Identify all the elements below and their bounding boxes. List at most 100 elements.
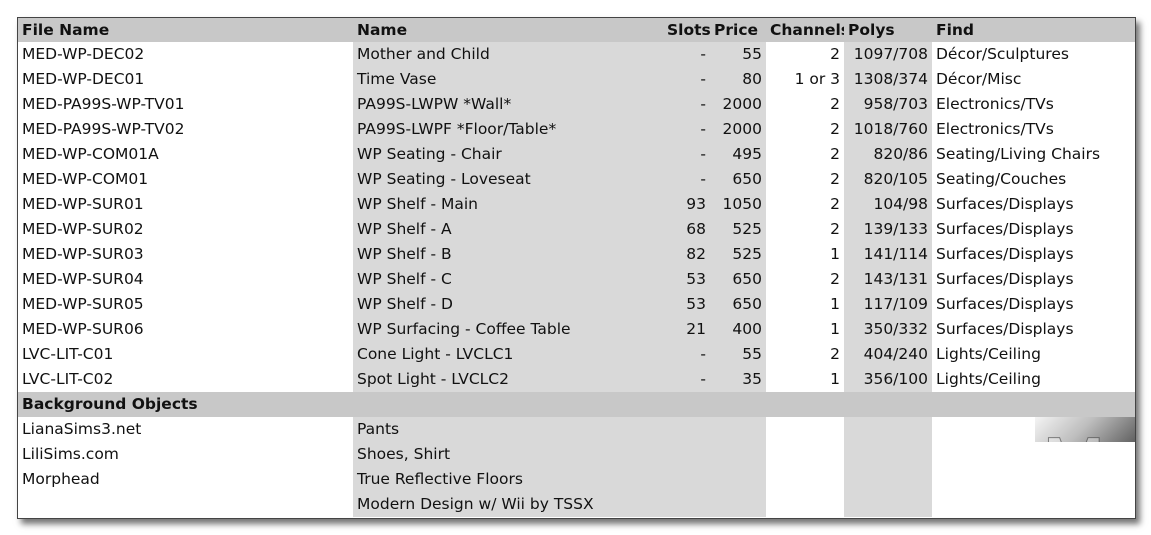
- cell-find: Lights/Ceiling: [936, 370, 1041, 388]
- cell-slots: -: [663, 142, 710, 167]
- cell-file-name: MED-WP-SUR06: [22, 320, 144, 338]
- cell-polys: 1018/760: [844, 117, 932, 142]
- cell-item: Modern Design w/ Wii by TSSX: [353, 492, 663, 517]
- cell-empty: [844, 467, 932, 492]
- cell-find: Surfaces/Displays: [936, 245, 1074, 263]
- cell-name: WP Seating - Loveseat: [353, 167, 663, 192]
- cell-channels: 1: [830, 295, 840, 313]
- cell-price: 400: [710, 317, 766, 342]
- cell-channels: 2: [830, 270, 840, 288]
- cell-file-name: MED-WP-DEC01: [22, 70, 145, 88]
- cell-file-name: MED-WP-COM01: [22, 170, 149, 188]
- cell-price: 2000: [710, 117, 766, 142]
- cell-polys: 404/240: [844, 342, 932, 367]
- cell-file-name: LVC-LIT-C02: [22, 370, 114, 388]
- cell-name: Spot Light - LVCLC2: [353, 367, 663, 392]
- cell-empty: [766, 417, 844, 442]
- cell-empty: [663, 492, 710, 517]
- table-row: MED-WP-SUR06 WP Surfacing - Coffee Table 2…: [18, 317, 1135, 342]
- cell-file-name: MED-WP-SUR04: [22, 270, 144, 288]
- cell-name: WP Shelf - C: [353, 267, 663, 292]
- header-row: File Name Name Slots Price Channels Poly…: [18, 18, 1135, 42]
- cell-empty: [663, 442, 710, 467]
- m-logo-icon: M: [1035, 417, 1135, 442]
- cell-empty: [844, 417, 932, 442]
- cell-channels: 2: [830, 345, 840, 363]
- cell-empty: [766, 442, 844, 467]
- table-row: MED-WP-COM01 WP Seating - Loveseat -650 2 82…: [18, 167, 1135, 192]
- cell-item: Pants: [353, 417, 663, 442]
- cell-name: PA99S-LWPW *Wall*: [353, 92, 663, 117]
- cell-name: WP Surfacing - Coffee Table: [353, 317, 663, 342]
- cell-polys: 350/332: [844, 317, 932, 342]
- col-header-find: Find: [932, 18, 1135, 42]
- cell-find: Surfaces/Displays: [936, 320, 1074, 338]
- table-row: MED-WP-DEC02 Mother and Child -55 2 1097/708…: [18, 42, 1135, 67]
- spreadsheet: File Name Name Slots Price Channels Poly…: [17, 17, 1136, 519]
- cell-item: Shoes, Shirt: [353, 442, 663, 467]
- cell-empty: [663, 417, 710, 442]
- cell-channels: 2: [830, 45, 840, 63]
- cell-empty: [710, 492, 766, 517]
- cell-slots: -: [663, 92, 710, 117]
- cell-empty: [663, 467, 710, 492]
- cell-slots: -: [663, 117, 710, 142]
- col-header-price: Price: [710, 18, 766, 42]
- cell-empty: [710, 467, 766, 492]
- cell-find: Electronics/TVs: [936, 95, 1054, 113]
- cell-source: LiliSims.com: [22, 445, 119, 463]
- cell-empty: [766, 467, 844, 492]
- cell-empty: [932, 442, 1135, 467]
- cell-file-name: MED-WP-SUR05: [22, 295, 144, 313]
- col-header-file-name: File Name: [18, 18, 353, 42]
- cell-file-name: MED-PA99S-WP-TV02: [22, 120, 185, 138]
- cell-price: 650: [710, 167, 766, 192]
- table-row: MED-WP-SUR03 WP Shelf - B 82 525 1 141/114 Sur…: [18, 242, 1135, 267]
- cell-find: Surfaces/Displays: [936, 270, 1074, 288]
- cell-find: Electronics/TVs: [936, 120, 1054, 138]
- cell-channels: 2: [830, 195, 840, 213]
- cell-polys: 820/86: [844, 142, 932, 167]
- cell-file-name: MED-PA99S-WP-TV01: [22, 95, 185, 113]
- table-row: MED-WP-COM01A WP Seating - Chair -495 2 820/…: [18, 142, 1135, 167]
- cell-channels: 1: [830, 245, 840, 263]
- cell-price: 35: [710, 367, 766, 392]
- cell-empty: [766, 492, 844, 517]
- cell-polys: 356/100: [844, 367, 932, 392]
- cell-name: Time Vase: [353, 67, 663, 92]
- col-header-polys: Polys: [844, 18, 932, 42]
- cell-source: Morphead: [22, 470, 100, 488]
- cell-find: Seating/Couches: [936, 170, 1067, 188]
- cell-find: Surfaces/Displays: [936, 195, 1074, 213]
- cell-polys: 104/98: [844, 192, 932, 217]
- cell-empty: [710, 417, 766, 442]
- cell-slots: -: [663, 67, 710, 92]
- background-row: LianaSims3.net Pants M: [18, 417, 1135, 442]
- cell-file-name: MED-WP-COM01A: [22, 145, 159, 163]
- cell-price: 2000: [710, 92, 766, 117]
- cell-file-name: MED-WP-DEC02: [22, 45, 145, 63]
- cell-polys: 958/703: [844, 92, 932, 117]
- cell-slots: 93: [663, 192, 710, 217]
- cell-polys: 1097/708: [844, 42, 932, 67]
- cell-slots: 21: [663, 317, 710, 342]
- cell-price: 525: [710, 217, 766, 242]
- cell-name: PA99S-LWPF *Floor/Table*: [353, 117, 663, 142]
- cell-price: 55: [710, 42, 766, 67]
- cell-polys: 1308/374: [844, 67, 932, 92]
- cell-source: LianaSims3.net: [22, 420, 142, 438]
- cell-channels: 2: [830, 220, 840, 238]
- table-row: MED-WP-SUR02 WP Shelf - A 68 525 2 139/133 Sur…: [18, 217, 1135, 242]
- object-table: File Name Name Slots Price Channels Poly…: [18, 18, 1135, 517]
- table-row: MED-PA99S-WP-TV02 PA99S-LWPF *Floor/Table…: [18, 117, 1135, 142]
- cell-polys: 143/131: [844, 267, 932, 292]
- cell-find: Lights/Ceiling: [936, 345, 1041, 363]
- cell-find: Décor/Misc: [936, 70, 1022, 88]
- cell-name: WP Shelf - Main: [353, 192, 663, 217]
- cell-channels: 1 or 3: [794, 70, 840, 88]
- cell-name: WP Seating - Chair: [353, 142, 663, 167]
- cell-file-name: MED-WP-SUR01: [22, 195, 144, 213]
- col-header-slots: Slots: [663, 18, 710, 42]
- table-row: MED-WP-SUR05 WP Shelf - D 53 650 1 117/109 Sur…: [18, 292, 1135, 317]
- table-row: MED-WP-SUR04 WP Shelf - C 53 650 2 143/131 Sur…: [18, 267, 1135, 292]
